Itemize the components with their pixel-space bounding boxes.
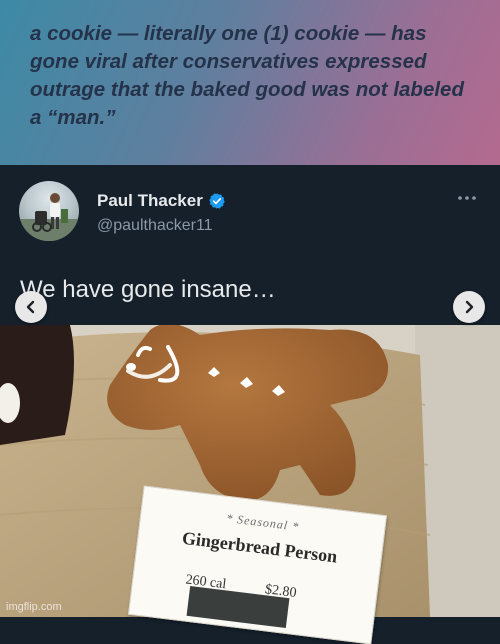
author-name-row[interactable]: Paul Thacker [97,191,226,211]
watermark: imgflip.com [6,601,62,613]
author-display-name[interactable]: Paul Thacker [97,191,203,211]
verified-badge-icon [209,193,225,209]
more-options-icon[interactable] [456,191,478,205]
headline-banner: a cookie — literally one (1) cookie — ha… [0,0,500,165]
chevron-left-icon [26,300,35,314]
chevron-right-icon [465,300,474,314]
avatar-person-image [19,193,79,241]
tweet-text: We have gone insane… [20,276,276,303]
author-handle[interactable]: @paulthacker11 [97,217,213,235]
tweet-card: Paul Thacker @paulthacker11 We have gone… [0,165,500,325]
carousel-prev-button[interactable] [15,291,47,323]
carousel-next-button[interactable] [453,291,485,323]
headline-text: a cookie — literally one (1) cookie — ha… [30,22,464,129]
avatar[interactable] [19,181,79,241]
